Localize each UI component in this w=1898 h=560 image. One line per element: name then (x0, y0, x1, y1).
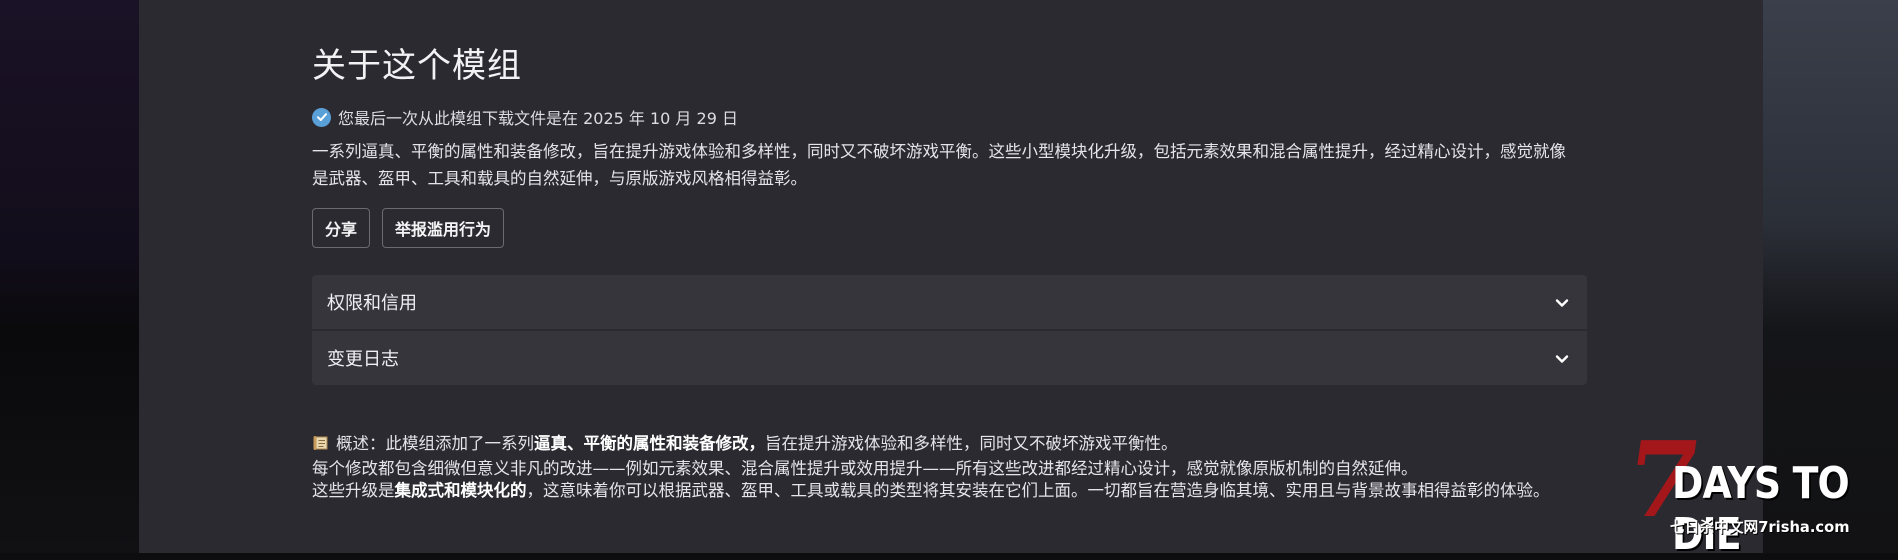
accordion-label: 变更日志 (327, 349, 399, 370)
permissions-credits-accordion[interactable]: 权限和信用 (312, 275, 1587, 329)
mod-panel: 关于这个模组 您最后一次从此模组下载文件是在 2025 年 10 月 29 日 … (139, 0, 1763, 553)
logo-title: DAYS TO DIE (1672, 458, 1850, 560)
report-abuse-button[interactable]: 举报滥用行为 (382, 208, 505, 248)
chevron-down-icon[interactable] (1555, 348, 1569, 369)
accordion-label: 权限和信用 (327, 293, 417, 314)
page-title: 关于这个模组 (312, 46, 522, 86)
share-button[interactable]: 分享 (312, 208, 371, 248)
overview-text-segment: 旨在提升游戏体验和多样性，同时又不破坏游戏平衡性。 (765, 434, 1178, 453)
overview-line-1: 概述：此模组添加了一系列逼真、平衡的属性和装备修改，旨在提升游戏体验和多样性，同… (312, 433, 1582, 458)
download-notice-text: 您最后一次从此模组下载文件是在 2025 年 10 月 29 日 (338, 109, 738, 128)
watermark-logo: 7 DAYS TO DIE 七日杀中文网7risha.com (1618, 418, 1898, 560)
overview-text-segment: ，这意味着你可以根据武器、盔甲、工具或载具的类型将其安装在它们上面。一切都旨在营… (526, 481, 1550, 500)
overview-text-segment: 这些升级是 (312, 481, 395, 500)
mod-description: 一系列逼真、平衡的属性和装备修改，旨在提升游戏体验和多样性，同时又不破坏游戏平衡… (312, 142, 1566, 188)
download-notice: 您最后一次从此模组下载文件是在 2025 年 10 月 29 日 (312, 105, 738, 129)
overview-text: 概述：此模组添加了一系列逼真、平衡的属性和装备修改，旨在提升游戏体验和多样性，同… (312, 433, 1582, 502)
logo-subtitle: 七日杀中文网7risha.com (1670, 518, 1850, 536)
scroll-icon (312, 434, 330, 458)
overview-line-2: 每个修改都包含细微但意义非凡的改进——例如元素效果、混合属性提升或效用提升——所… (312, 459, 1418, 478)
changelog-accordion[interactable]: 变更日志 (312, 331, 1587, 385)
action-buttons: 分享 举报滥用行为 (312, 208, 505, 248)
overview-line-3: 这些升级是集成式和模块化的，这意味着你可以根据武器、盔甲、工具或载具的类型将其安… (312, 480, 1582, 502)
chevron-down-icon[interactable] (1555, 292, 1569, 313)
background-left (0, 0, 140, 553)
check-circle-icon (312, 107, 331, 127)
overview-bold-segment: 逼真、平衡的属性和装备修改， (534, 434, 765, 453)
overview-text-segment: 概述：此模组添加了一系列 (336, 434, 534, 453)
overview-bold-segment: 集成式和模块化的 (394, 481, 527, 500)
